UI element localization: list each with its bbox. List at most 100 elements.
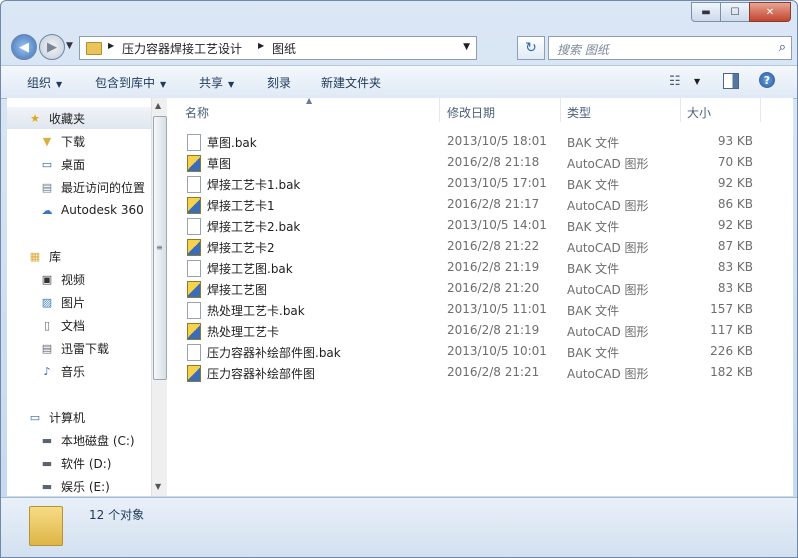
scroll-up-icon[interactable]: ▲ — [155, 101, 161, 110]
file-row[interactable]: 焊接工艺图 2016/2/8 21:20 AutoCAD 图形 83 KB — [167, 278, 793, 299]
include-label: 包含到库中 — [95, 76, 156, 90]
chevron-down-icon: ▼ — [56, 80, 63, 89]
sidebar-item-pictures[interactable]: ▨ 图片 — [7, 291, 151, 313]
sidebar-item-recent[interactable]: ▤ 最近访问的位置 — [7, 176, 151, 198]
search-input[interactable]: 搜索 图纸 ⌕ — [548, 36, 792, 60]
file-size: 182 KB — [710, 365, 753, 379]
include-in-library-menu[interactable]: 包含到库中 ▼ — [95, 74, 166, 91]
file-row[interactable]: 焊接工艺卡1.bak 2013/10/5 17:01 BAK 文件 92 KB — [167, 173, 793, 194]
file-row[interactable]: 焊接工艺图.bak 2016/2/8 21:19 BAK 文件 83 KB — [167, 257, 793, 278]
file-name: 草图 — [207, 157, 232, 171]
file-size: 87 KB — [717, 239, 753, 253]
file-row[interactable]: 草图 2016/2/8 21:18 AutoCAD 图形 70 KB — [167, 152, 793, 173]
address-dropdown-icon[interactable]: ▼ — [463, 42, 470, 52]
burn-label: 刻录 — [267, 76, 292, 90]
autocad-file-icon — [187, 197, 201, 214]
sidebar-item-thunder[interactable]: ▤ 迅雷下载 — [7, 337, 151, 359]
column-name[interactable]: 名称 — [185, 104, 209, 121]
sidebar-item-drive-e[interactable]: ▬ 娱乐 (E:) — [7, 475, 151, 497]
column-divider[interactable] — [760, 98, 761, 122]
help-icon[interactable]: ? — [759, 72, 775, 88]
computer-icon: ▭ — [29, 410, 41, 424]
file-row[interactable]: 焊接工艺卡2 2016/2/8 21:22 AutoCAD 图形 87 KB — [167, 236, 793, 257]
view-options-icon[interactable]: ☷ — [669, 74, 681, 89]
bak-file-icon — [187, 344, 201, 361]
file-name: 焊接工艺图 — [207, 283, 268, 297]
search-icon[interactable]: ⌕ — [779, 40, 786, 55]
sidebar-item-label: 下载 — [61, 134, 86, 149]
breadcrumb-project[interactable]: 压力容器焊接工艺设计 — [122, 40, 242, 57]
column-date[interactable]: 修改日期 — [447, 104, 495, 121]
address-bar[interactable]: ▶ 压力容器焊接工艺设计 ▶ 图纸 ▼ — [79, 36, 477, 60]
column-divider[interactable] — [560, 98, 561, 122]
file-date: 2016/2/8 21:19 — [447, 260, 540, 274]
file-type: BAK 文件 — [567, 220, 620, 234]
back-button[interactable]: ◀ — [11, 34, 37, 60]
file-row[interactable]: 压力容器补绘部件图 2016/2/8 21:21 AutoCAD 图形 182 … — [167, 362, 793, 383]
share-label: 共享 — [199, 76, 224, 90]
breadcrumb-separator-icon[interactable]: ▶ — [258, 41, 264, 50]
file-size: 117 KB — [710, 323, 753, 337]
autocad-file-icon — [187, 155, 201, 172]
close-icon: ✕ — [765, 6, 775, 18]
forward-button[interactable]: ▶ — [39, 34, 65, 60]
sidebar-libraries[interactable]: ▦ 库 — [7, 245, 151, 267]
favorites-label: 收藏夹 — [49, 111, 86, 126]
file-row[interactable]: 压力容器补绘部件图.bak 2013/10/5 10:01 BAK 文件 226… — [167, 341, 793, 362]
organize-menu[interactable]: 组织 ▼ — [27, 74, 62, 91]
file-date: 2016/2/8 21:18 — [447, 155, 540, 169]
file-size: 83 KB — [717, 281, 753, 295]
column-size[interactable]: 大小 — [687, 104, 711, 121]
file-size: 92 KB — [717, 176, 753, 190]
sidebar-item-desktop[interactable]: ▭ 桌面 — [7, 153, 151, 175]
sidebar-item-label: 娱乐 (E:) — [61, 479, 110, 494]
sidebar-favorites[interactable]: ★ 收藏夹 — [7, 107, 151, 129]
command-bar: 组织 ▼ 包含到库中 ▼ 共享 ▼ 刻录 新建文件夹 ☷ ▼ ? — [1, 65, 797, 99]
column-type[interactable]: 类型 — [567, 104, 591, 121]
recent-pages-dropdown[interactable]: ▼ — [66, 41, 73, 51]
cloud-icon: ☁ — [41, 203, 53, 217]
file-row[interactable]: 热处理工艺卡.bak 2013/10/5 11:01 BAK 文件 157 KB — [167, 299, 793, 320]
file-row[interactable]: 热处理工艺卡 2016/2/8 21:19 AutoCAD 图形 117 KB — [167, 320, 793, 341]
file-type: AutoCAD 图形 — [567, 157, 649, 171]
breadcrumb-separator-icon[interactable]: ▶ — [108, 41, 114, 50]
scroll-down-icon[interactable]: ▼ — [155, 482, 161, 491]
sidebar-item-autodesk[interactable]: ☁ Autodesk 360 — [7, 199, 151, 221]
column-divider[interactable] — [439, 98, 440, 122]
item-count: 12 个对象 — [89, 508, 145, 522]
file-size: 70 KB — [717, 155, 753, 169]
file-type: BAK 文件 — [567, 346, 620, 360]
file-type: BAK 文件 — [567, 262, 620, 276]
bak-file-icon — [187, 176, 201, 193]
navigation-scrollbar[interactable]: ▲ ≡ ▼ — [151, 98, 167, 496]
file-row[interactable]: 焊接工艺卡1 2016/2/8 21:17 AutoCAD 图形 86 KB — [167, 194, 793, 215]
navigation-pane: ★ 收藏夹 ▼ 下载 ▭ 桌面 ▤ 最近访问的位置 ☁ Autodesk 360… — [7, 98, 151, 496]
sidebar-item-downloads[interactable]: ▼ 下载 — [7, 130, 151, 152]
view-dropdown-icon[interactable]: ▼ — [694, 77, 700, 86]
file-row[interactable]: 草图.bak 2013/10/5 18:01 BAK 文件 93 KB — [167, 131, 793, 152]
file-name: 焊接工艺卡2.bak — [207, 220, 301, 234]
column-divider[interactable] — [680, 98, 681, 122]
explorer-window: ▬ ☐ ✕ ◀ ▶ ▼ ▶ 压力容器焊接工艺设计 ▶ 图纸 ▼ ↻ 搜索 图纸 … — [0, 0, 798, 558]
file-name: 热处理工艺卡.bak — [207, 304, 305, 318]
sidebar-item-drive-c[interactable]: ▬ 本地磁盘 (C:) — [7, 429, 151, 451]
maximize-button[interactable]: ☐ — [720, 2, 750, 22]
refresh-button[interactable]: ↻ — [517, 36, 545, 60]
file-row[interactable]: 焊接工艺卡2.bak 2013/10/5 14:01 BAK 文件 92 KB — [167, 215, 793, 236]
sidebar-item-drive-d[interactable]: ▬ 软件 (D:) — [7, 452, 151, 474]
new-folder-button[interactable]: 新建文件夹 — [321, 74, 381, 91]
sidebar-item-videos[interactable]: ▣ 视频 — [7, 268, 151, 290]
close-button[interactable]: ✕ — [749, 2, 791, 22]
sidebar-item-documents[interactable]: ▯ 文档 — [7, 314, 151, 336]
breadcrumb-drawings[interactable]: 图纸 — [272, 40, 296, 57]
burn-button[interactable]: 刻录 — [267, 74, 291, 91]
file-list: ▲ 名称 修改日期 类型 大小 草图.bak 2013/10/5 18:01 B… — [167, 96, 793, 496]
drive-icon: ▬ — [41, 456, 53, 470]
minimize-button[interactable]: ▬ — [691, 2, 721, 22]
share-menu[interactable]: 共享 ▼ — [199, 74, 234, 91]
sidebar-item-music[interactable]: ♪ 音乐 — [7, 360, 151, 382]
preview-pane-icon[interactable] — [723, 73, 739, 89]
download-folder-icon: ▼ — [42, 134, 52, 148]
sidebar-computer[interactable]: ▭ 计算机 — [7, 406, 151, 428]
file-name: 压力容器补绘部件图.bak — [207, 346, 341, 360]
